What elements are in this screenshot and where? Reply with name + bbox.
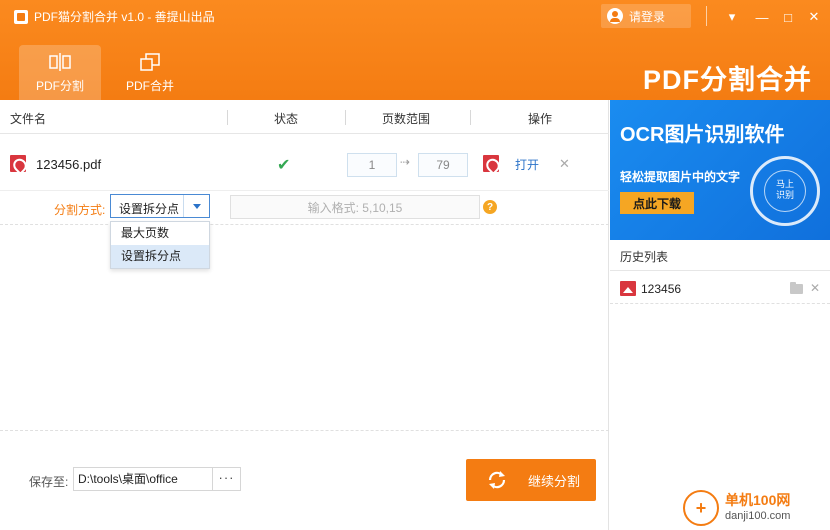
maximize-button[interactable]: □	[777, 6, 799, 28]
image-file-icon	[620, 281, 636, 296]
watermark-text: 单机100网 danji100.com	[725, 493, 790, 523]
header-divider	[227, 110, 228, 125]
status-ok-icon: ✔	[277, 157, 291, 174]
tab-label: PDF分割	[35, 79, 84, 93]
file-list-panel: 文件名 状态 页数范围 操作 123456.pdf ✔ 1 ⇢ 79 打开 ✕ …	[0, 100, 609, 530]
page-from-input[interactable]: 1	[347, 153, 397, 177]
help-icon[interactable]: ?	[483, 200, 497, 214]
pdf-file-icon	[483, 155, 499, 172]
title-bar: PDF猫分割合并 v1.0 - 善提山出品 请登录 ▾ — □ ✕ PDF分割 …	[0, 0, 830, 100]
header-page-range: 页数范围	[382, 112, 431, 126]
ad-circle-text: 识别	[775, 190, 794, 200]
split-mode-select[interactable]: 设置拆分点	[110, 194, 210, 218]
split-mode-dropdown: 最大页数 设置拆分点	[110, 221, 210, 269]
merge-icon	[140, 53, 160, 71]
app-title-text: PDF猫分割合并 v1.0 - 善提山出品	[34, 10, 215, 24]
dropdown-option-split-points[interactable]: 设置拆分点	[111, 245, 209, 268]
continue-split-button[interactable]: 继续分割	[466, 459, 596, 501]
ad-download-button[interactable]: 点此下载	[620, 192, 694, 214]
save-to-label: 保存至:	[29, 475, 69, 489]
split-points-input[interactable]: 输入格式: 5,10,15	[230, 195, 480, 219]
history-title: 历史列表	[620, 250, 669, 264]
continue-split-label: 继续分割	[528, 473, 581, 489]
header-divider	[470, 110, 471, 125]
app-logo-icon	[14, 9, 28, 24]
page-to-input[interactable]: 79	[418, 153, 468, 177]
tab-label: PDF合并	[125, 79, 174, 93]
split-mode-value: 设置拆分点	[119, 202, 180, 216]
watermark-url: danji100.com	[725, 510, 791, 522]
remove-file-button[interactable]: ✕	[559, 156, 570, 172]
user-icon	[607, 8, 623, 24]
folder-icon[interactable]	[790, 282, 803, 294]
dropdown-option-max-pages[interactable]: 最大页数	[111, 222, 209, 245]
side-panel: OCR图片识别软件 轻松提取图片中的文字 点此下载 马上 识别 历史列表 123…	[610, 100, 830, 530]
range-arrow-icon: ⇢	[400, 155, 411, 169]
history-remove-button[interactable]: ✕	[810, 281, 820, 295]
brand-title: PDF分割合并	[643, 65, 812, 95]
footer-divider	[0, 430, 609, 431]
header-divider	[345, 110, 346, 125]
tab-pdf-split[interactable]: PDF分割	[19, 45, 101, 100]
dropdown-toggle[interactable]	[183, 195, 209, 217]
ad-circle-text: 马上	[775, 179, 794, 189]
header-action: 操作	[528, 112, 553, 126]
watermark-logo-icon: +	[683, 490, 719, 526]
tab-pdf-merge[interactable]: PDF合并	[109, 45, 191, 100]
history-item[interactable]: 123456 ✕	[610, 274, 830, 304]
header-status: 状态	[274, 112, 299, 126]
history-item-name: 123456	[641, 282, 682, 296]
login-button[interactable]: 请登录	[601, 4, 691, 28]
refresh-icon	[488, 471, 506, 489]
ad-scan-label: 马上 识别	[764, 170, 806, 212]
open-file-link[interactable]: 打开	[515, 156, 539, 173]
ad-subtitle: 轻松提取图片中的文字	[620, 170, 741, 184]
title-divider	[706, 6, 707, 26]
chevron-down-icon	[192, 203, 201, 209]
table-row[interactable]: 123456.pdf ✔ 1 ⇢ 79 打开 ✕	[0, 135, 609, 191]
split-options-row: 分割方式: 设置拆分点 输入格式: 5,10,15 ?	[0, 191, 609, 225]
minimize-button[interactable]: —	[751, 6, 773, 28]
ocr-ad-banner[interactable]: OCR图片识别软件 轻松提取图片中的文字 点此下载 马上 识别	[610, 100, 830, 240]
table-header: 文件名 状态 页数范围 操作	[0, 100, 609, 134]
menu-dropdown-icon[interactable]: ▾	[721, 6, 743, 28]
file-name: 123456.pdf	[36, 157, 102, 172]
watermark-cn: 单机100网	[725, 492, 791, 508]
split-mode-label: 分割方式:	[54, 203, 106, 217]
split-icon	[49, 53, 71, 71]
history-divider	[610, 270, 830, 271]
app-title: PDF猫分割合并 v1.0 - 善提山出品	[14, 8, 215, 25]
ad-scan-icon: 马上 识别	[750, 156, 820, 226]
header-filename: 文件名	[10, 112, 47, 126]
ad-title: OCR图片识别软件	[620, 124, 785, 146]
browse-folder-button[interactable]: ···	[212, 467, 241, 491]
site-watermark: + 单机100网 danji100.com	[683, 490, 790, 526]
save-path-field[interactable]: D:\tools\桌面\office	[73, 467, 213, 491]
pdf-file-icon	[10, 155, 26, 172]
login-label: 请登录	[629, 9, 666, 24]
close-button[interactable]: ✕	[803, 6, 825, 28]
